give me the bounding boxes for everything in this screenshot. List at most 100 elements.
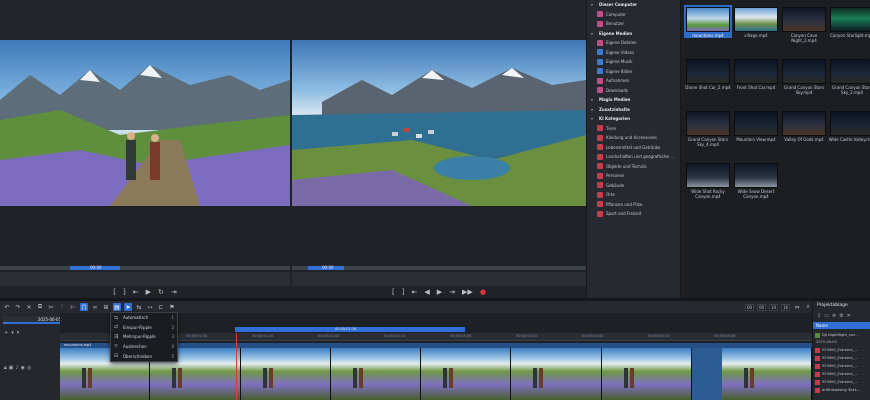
project-bin-item[interactable]: 553000_Extreme_... bbox=[813, 354, 870, 362]
tree-item[interactable]: Benutzer bbox=[587, 19, 680, 29]
tree-item[interactable]: ▾ Magix Medien bbox=[587, 95, 680, 105]
media-thumbnail[interactable]: Grand Canyon Stars Sky_4.mp4 bbox=[684, 109, 732, 147]
tree-item[interactable]: Objekte und Technik bbox=[587, 162, 680, 172]
clip-thumbnail[interactable] bbox=[511, 348, 602, 400]
media-thumbnail[interactable]: Canyon Starlight.mp4 bbox=[828, 5, 870, 38]
track-lock-icon[interactable]: 🔒︎ bbox=[4, 365, 7, 371]
source-scrub-bar[interactable]: 00:00 bbox=[0, 265, 290, 270]
expand-arrow-icon[interactable]: ▾ bbox=[591, 107, 596, 112]
go-end-icon[interactable]: ⇥ bbox=[449, 288, 455, 296]
project-bin-item[interactable]: 553000_Extreme_... bbox=[813, 370, 870, 378]
clip-thumbnail[interactable] bbox=[240, 348, 331, 400]
tree-item[interactable]: Aufnahmen bbox=[587, 76, 680, 86]
menu-item[interactable]: ⇄ Einspur-Ripple 2 bbox=[111, 323, 177, 333]
tree-item[interactable]: Downloads bbox=[587, 86, 680, 96]
import-icon[interactable]: ⇩ bbox=[817, 313, 821, 319]
tree-item[interactable]: Kleidung und Accessoires bbox=[587, 133, 680, 143]
timecode-minutes[interactable]: 00 bbox=[757, 303, 766, 311]
mark-in-icon[interactable]: [ bbox=[113, 288, 116, 296]
tree-item[interactable]: ▾ KI Kategorien bbox=[587, 114, 680, 124]
project-bin-date-group[interactable]: 2025-06-05 bbox=[813, 339, 870, 346]
clip-thumbnail[interactable] bbox=[421, 348, 512, 400]
playhead[interactable] bbox=[236, 333, 237, 400]
expand-arrow-icon[interactable]: ▾ bbox=[591, 2, 596, 7]
project-bin-item[interactable]: DJI Nightflight_con... bbox=[813, 331, 870, 339]
tree-item[interactable]: ▾ Zusatzinhalte bbox=[587, 105, 680, 115]
media-thumbnail[interactable]: Grand Canyon Stars Sky.mp4 bbox=[780, 57, 828, 95]
tree-item[interactable]: Computer bbox=[587, 10, 680, 20]
media-thumbnail[interactable]: Canyon Cave Night_2.mp4 bbox=[780, 5, 828, 43]
go-start-icon[interactable]: ⇤ bbox=[412, 288, 418, 296]
timecode-seconds[interactable]: 10 bbox=[769, 303, 778, 311]
tree-item[interactable]: Eigene Musik bbox=[587, 57, 680, 67]
mode-select-icon[interactable]: ▤ bbox=[113, 303, 121, 311]
split-icon[interactable]: ⫶ bbox=[58, 303, 66, 311]
play-icon[interactable]: ▶ bbox=[146, 288, 151, 296]
expand-arrow-icon[interactable]: ▾ bbox=[591, 116, 596, 121]
media-thumbnail[interactable]: Drone Shot Car_2.mp4 bbox=[684, 57, 732, 90]
fast-forward-icon[interactable]: ▶▶ bbox=[462, 288, 473, 296]
cut-icon[interactable]: ✂ bbox=[47, 303, 55, 311]
tree-item[interactable]: Personen bbox=[587, 171, 680, 181]
tree-item[interactable]: Sport und Freizeit bbox=[587, 209, 680, 219]
pointer-icon[interactable]: ➤ bbox=[124, 303, 132, 311]
tree-item[interactable]: Pflanzen und Pilze bbox=[587, 200, 680, 210]
project-bin-column-name[interactable]: Name bbox=[813, 322, 870, 329]
tree-item[interactable]: Orte bbox=[587, 190, 680, 200]
undo-icon[interactable]: ↶ bbox=[3, 303, 11, 311]
source-timebar[interactable] bbox=[0, 272, 290, 286]
menu-item[interactable]: ⇶ Mehrspur-Ripple 3 bbox=[111, 332, 177, 342]
media-thumbnail[interactable]: mountains.mp4 bbox=[684, 5, 732, 38]
group-icon[interactable]: ⊞ bbox=[102, 303, 110, 311]
mark-out-icon[interactable]: ] bbox=[402, 288, 405, 296]
play-icon[interactable]: ▶ bbox=[437, 288, 442, 296]
mark-in-icon[interactable]: [ bbox=[392, 288, 395, 296]
program-timebar[interactable] bbox=[292, 272, 586, 286]
tree-item[interactable]: Landschaften und geografische ... bbox=[587, 152, 680, 162]
timecode-frames[interactable]: 16 bbox=[781, 303, 790, 311]
list-view-icon[interactable]: ≡ bbox=[832, 313, 836, 319]
project-bin-item[interactable]: 553000_Extreme_... bbox=[813, 362, 870, 370]
clip-thumbnail[interactable] bbox=[721, 348, 812, 400]
menu-item[interactable]: ⤧ Ausbrechen 4 bbox=[111, 342, 177, 352]
source-monitor-preview[interactable] bbox=[0, 40, 290, 206]
marker-icon[interactable]: ⚑ bbox=[168, 303, 176, 311]
media-thumbnail[interactable]: Front Shot Car.mp4 bbox=[732, 57, 780, 90]
tree-item[interactable]: Eigene Bilder bbox=[587, 67, 680, 77]
media-thumbnail[interactable]: Mountain View.mp4 bbox=[732, 109, 780, 142]
copy-icon[interactable]: ⧉ bbox=[36, 303, 44, 311]
settings-icon[interactable]: ⚙ bbox=[839, 313, 843, 319]
link-icon[interactable]: ∞ bbox=[91, 303, 99, 311]
prev-frame-icon[interactable]: ⇤ bbox=[133, 288, 139, 296]
rewind-icon[interactable]: ◀ bbox=[424, 288, 429, 296]
timecode-hours[interactable]: 00 bbox=[745, 303, 754, 311]
project-bin-item[interactable]: 553000_Extreme_... bbox=[813, 378, 870, 386]
media-thumbnail[interactable]: Wide Snow Desert Canyon.mp4 bbox=[732, 161, 780, 199]
fit-icon[interactable]: ⇔ bbox=[793, 303, 801, 311]
track-mute-icon[interactable]: ◉ bbox=[21, 365, 25, 371]
program-monitor-preview[interactable] bbox=[292, 40, 586, 206]
media-thumbnail[interactable]: Wide Shot Rocky Canyon.mp4 bbox=[684, 161, 732, 199]
tree-item[interactable]: Lebensmittel und Getränke bbox=[587, 143, 680, 153]
expand-arrow-icon[interactable]: ▾ bbox=[591, 97, 596, 102]
track-options-icon[interactable]: ▾ bbox=[17, 330, 20, 336]
record-icon[interactable]: ● bbox=[480, 288, 486, 296]
tree-item[interactable]: Eigene Dateien bbox=[587, 38, 680, 48]
tree-item[interactable]: ▾ Eigene Medien bbox=[587, 29, 680, 39]
clear-icon[interactable]: ✕ bbox=[847, 313, 851, 319]
track-solo-icon[interactable]: ◎ bbox=[27, 365, 31, 371]
folder-icon[interactable]: ▭ bbox=[824, 313, 829, 319]
clip-gap[interactable] bbox=[691, 348, 722, 400]
mark-out-icon[interactable]: ] bbox=[123, 288, 126, 296]
media-thumbnail[interactable]: Grand Canyon Stars Sky_2.mp4 bbox=[828, 57, 870, 95]
project-bin-item[interactable]: 553000_Extreme_... bbox=[813, 346, 870, 354]
track-audio-icon[interactable]: ♪ bbox=[15, 365, 18, 371]
loop-icon[interactable]: ↻ bbox=[158, 288, 164, 296]
clip-thumbnail[interactable] bbox=[601, 348, 692, 400]
media-thumbnail[interactable]: Valley Of Gods.mp4 bbox=[780, 109, 828, 142]
menu-item[interactable]: ⊟ Überschreiben 5 bbox=[111, 351, 177, 361]
slip-icon[interactable]: ⇿ bbox=[146, 303, 154, 311]
tree-item[interactable]: Tiere bbox=[587, 124, 680, 134]
tree-item[interactable]: ▾ Dieser Computer bbox=[587, 0, 680, 10]
timeline-range-bar[interactable]: 00:00:01:16 bbox=[235, 327, 465, 332]
